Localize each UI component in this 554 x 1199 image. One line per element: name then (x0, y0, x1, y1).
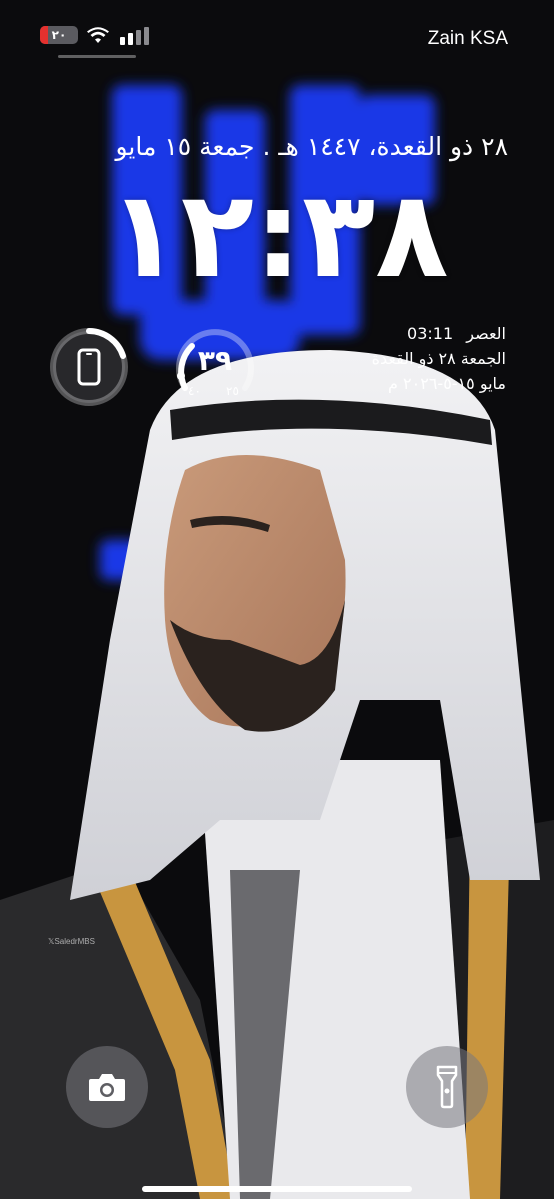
hijri-date-line: الجمعة ٢٨ ذو القعدة (371, 349, 506, 368)
status-underline (58, 55, 136, 58)
battery-level: ٢٠ (51, 28, 67, 42)
signal-icon (120, 27, 149, 45)
camera-icon (89, 1074, 125, 1101)
prayer-time: 03:11 (407, 324, 454, 343)
date-line: ٢٨ ذو القعدة، ١٤٤٧ هـ . جمعة ١٥ مايو (115, 132, 509, 161)
lock-screen: ٢٠ Zain KSA ٢٨ ذو القعدة، ١٤٤٧ هـ . جمعة… (0, 0, 554, 1199)
wifi-icon (87, 27, 109, 43)
clock-time[interactable]: ١٢:٣٨ (88, 176, 468, 296)
gregorian-date-line: مايو ١٥-٥-٢٠٢٦ م (388, 374, 506, 393)
prayer-line-1: العصر 03:11 (306, 324, 506, 343)
phone-icon (77, 348, 101, 386)
temperature-current: ٣٩ (197, 344, 233, 377)
wallpaper-watermark: 𝕏SaledrMBS (48, 937, 95, 946)
temperature-high: ٤٠ (188, 384, 201, 398)
temperature-widget[interactable]: ٣٩ ٤٠ ٢٥ (172, 326, 258, 412)
home-indicator[interactable] (142, 1186, 412, 1192)
temperature-low: ٢٥ (226, 384, 239, 398)
phone-battery-widget[interactable] (48, 326, 130, 408)
camera-button[interactable] (66, 1046, 148, 1128)
status-bar: ٢٠ Zain KSA (0, 0, 554, 60)
prayer-info-widget[interactable]: العصر 03:11 الجمعة ٢٨ ذو القعدة مايو ١٥-… (306, 324, 506, 393)
battery-icon: ٢٠ (40, 26, 78, 44)
prayer-name: العصر (466, 324, 506, 343)
flashlight-icon (436, 1065, 458, 1109)
flashlight-button[interactable] (406, 1046, 488, 1128)
carrier-name: Zain KSA (427, 28, 508, 49)
